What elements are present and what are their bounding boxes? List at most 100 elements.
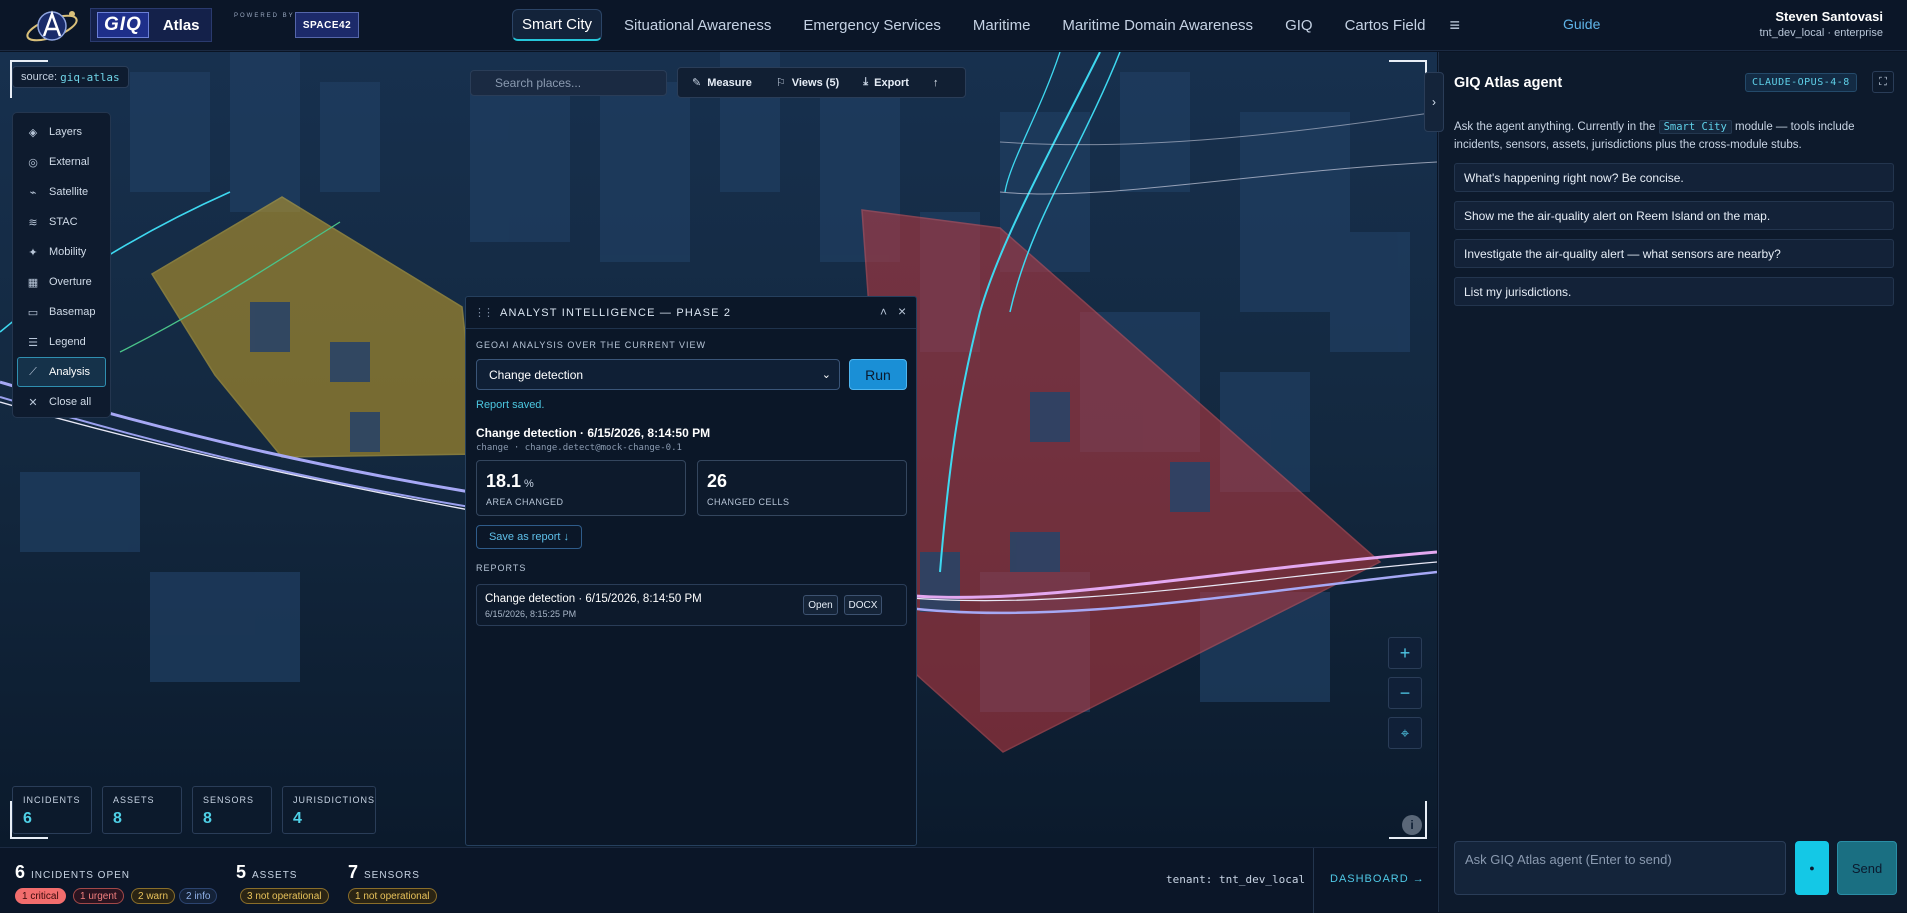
close-all-button[interactable]: ✕ Close all <box>13 387 110 417</box>
frame-corner <box>1389 60 1427 98</box>
export-label: Export <box>874 76 909 89</box>
drag-handle-icon[interactable]: ⋮⋮ <box>474 306 494 319</box>
nav-emergency-services[interactable]: Emergency Services <box>787 9 957 41</box>
info-icon[interactable]: i <box>1402 815 1422 835</box>
incidents-label: INCIDENTS OPEN <box>31 870 131 881</box>
brand[interactable]: GIQ Atlas <box>90 8 212 42</box>
kpi-sensors[interactable]: SENSORS 8 <box>192 786 272 834</box>
analysis-type-select[interactable]: Change detection ⌄ <box>476 359 840 390</box>
measure-label: Measure <box>707 76 752 89</box>
kpi-label: INCIDENTS <box>23 795 81 805</box>
zoom-out-button[interactable]: − <box>1388 677 1422 709</box>
analysis-button[interactable]: ⟋ Analysis <box>17 357 106 387</box>
zoom-in-button[interactable]: + <box>1388 637 1422 669</box>
agent-title: GIQ Atlas agent <box>1454 75 1563 91</box>
info-badge[interactable]: 2 info <box>179 888 218 904</box>
report-row: Change detection · 6/15/2026, 8:14:50 PM… <box>476 584 907 626</box>
kpi-incidents[interactable]: INCIDENTS 6 <box>12 786 92 834</box>
legend-button[interactable]: ☰ Legend <box>13 327 110 357</box>
dashboard-link[interactable]: DASHBOARD → <box>1330 873 1425 885</box>
suggestion-button[interactable]: What's happening right now? Be concise. <box>1454 163 1894 192</box>
analysis-label: Analysis <box>49 366 90 378</box>
nav-giq[interactable]: GIQ <box>1269 9 1329 41</box>
atlas-logo[interactable] <box>24 4 84 48</box>
stat-changed-cells: 26 CHANGED CELLS <box>697 460 907 516</box>
suggestion-button[interactable]: Show me the air-quality alert on Reem Is… <box>1454 201 1894 230</box>
external-button[interactable]: ◎ External <box>13 147 110 177</box>
incidents-summary[interactable]: 6 INCIDENTS OPEN <box>15 862 130 883</box>
suggestion-button[interactable]: Investigate the air-quality alert — what… <box>1454 239 1894 268</box>
mic-icon[interactable]: ● <box>1795 841 1829 895</box>
guide-link[interactable]: Guide <box>1563 16 1600 32</box>
assets-not-operational-badge[interactable]: 3 not operational <box>240 888 329 904</box>
sensors-label: SENSORS <box>364 870 420 881</box>
brand-name: Atlas <box>162 16 200 34</box>
user-name[interactable]: Steven Santovasi <box>1775 9 1883 24</box>
close-icon[interactable]: × <box>898 303 906 319</box>
nav-maritime-domain-awareness[interactable]: Maritime Domain Awareness <box>1046 9 1269 41</box>
satellite-icon: ⌁ <box>29 186 37 199</box>
close-icon: ✕ <box>28 396 38 409</box>
export-button[interactable]: ⤓ Export <box>863 76 909 89</box>
kpi-label: ASSETS <box>113 795 155 805</box>
layer-panel: ◈ Layers ◎ External ⌁ Satellite ≋ STAC ✦ Mobi… <box>12 112 111 418</box>
locate-button[interactable]: ⌖ <box>1388 717 1422 749</box>
assets-count: 5 <box>236 862 247 882</box>
basemap-button[interactable]: ▭ Basemap <box>13 297 110 327</box>
incidents-count: 6 <box>15 862 26 882</box>
analysis-type-value: Change detection <box>489 367 584 382</box>
views-button[interactable]: ⚐ Views (5) <box>776 76 839 90</box>
model-badge: CLAUDE-OPUS-4-8 <box>1745 73 1857 92</box>
module-code: Smart City <box>1658 120 1732 134</box>
mobility-button[interactable]: ✦ Mobility <box>13 237 110 267</box>
hamburger-menu-icon[interactable]: ≡ <box>1441 15 1468 36</box>
legend-label: Legend <box>49 336 86 348</box>
overture-button[interactable]: ▦ Overture <box>13 267 110 297</box>
critical-badge[interactable]: 1 critical <box>15 888 66 904</box>
kpi-jurisdictions[interactable]: JURISDICTIONS 4 <box>282 786 376 834</box>
stat-label: CHANGED CELLS <box>707 497 790 507</box>
agent-panel: › GIQ Atlas agent CLAUDE-OPUS-4-8 ⛶ Ask … <box>1424 52 1907 912</box>
open-report-button[interactable]: Open <box>803 595 838 615</box>
search-places-input[interactable]: Search places... <box>470 70 667 96</box>
collapse-panel-icon[interactable]: › <box>1424 72 1444 132</box>
powered-by-label: POWERED BY <box>234 13 295 19</box>
mobility-icon: ✦ <box>28 246 38 259</box>
satellite-button[interactable]: ⌁ Satellite <box>13 177 110 207</box>
analyst-intelligence-panel: ⋮⋮ ANALYST INTELLIGENCE — PHASE 2 ˄ × GE… <box>465 296 917 846</box>
analyst-panel-header[interactable]: ⋮⋮ ANALYST INTELLIGENCE — PHASE 2 <box>466 297 916 329</box>
sensors-summary[interactable]: 7 SENSORS <box>348 862 420 883</box>
stac-button[interactable]: ≋ STAC <box>13 207 110 237</box>
intro-text: Ask the agent anything. Currently in the <box>1454 121 1656 133</box>
collapse-icon[interactable]: ˄ <box>880 305 887 319</box>
result-subtitle: change · change.detect@mock-change-0.1 <box>476 443 682 453</box>
partner-logo: SPACE42 <box>295 12 359 38</box>
suggestion-button[interactable]: List my jurisdictions. <box>1454 277 1894 306</box>
status-bar: 6 INCIDENTS OPEN 1 critical 1 urgent 2 w… <box>0 847 1437 913</box>
kpi-assets[interactable]: ASSETS 8 <box>102 786 182 834</box>
docx-download-button[interactable]: DOCX <box>844 595 882 615</box>
kpi-value: 6 <box>23 810 32 827</box>
layers-button[interactable]: ◈ Layers <box>13 117 110 147</box>
stat-label: AREA CHANGED <box>486 497 564 507</box>
kpi-value: 8 <box>113 810 122 827</box>
agent-chat-input[interactable]: Ask GIQ Atlas agent (Enter to send) <box>1454 841 1786 895</box>
globe-icon: ◎ <box>28 156 38 169</box>
satellite-label: Satellite <box>49 186 89 198</box>
report-title: Change detection · 6/15/2026, 8:14:50 PM <box>485 593 702 605</box>
measure-button[interactable]: ✎ Measure <box>692 76 752 90</box>
nav-cartos-field[interactable]: Cartos Field <box>1329 9 1442 41</box>
sensors-not-operational-badge[interactable]: 1 not operational <box>348 888 437 904</box>
upload-button[interactable]: ↑ <box>933 77 939 89</box>
save-as-report-button[interactable]: Save as report ↓ <box>476 525 582 549</box>
upload-icon: ↑ <box>932 76 939 89</box>
run-button[interactable]: Run <box>849 359 907 390</box>
warn-badge[interactable]: 2 warn <box>131 888 176 904</box>
expand-icon[interactable]: ⛶ <box>1872 71 1894 93</box>
send-button[interactable]: Send <box>1837 841 1897 895</box>
nav-maritime[interactable]: Maritime <box>957 9 1047 41</box>
assets-summary[interactable]: 5 ASSETS <box>236 862 297 883</box>
nav-smart-city[interactable]: Smart City <box>512 9 603 41</box>
nav-situational-awareness[interactable]: Situational Awareness <box>608 9 787 41</box>
urgent-badge[interactable]: 1 urgent <box>73 888 124 904</box>
